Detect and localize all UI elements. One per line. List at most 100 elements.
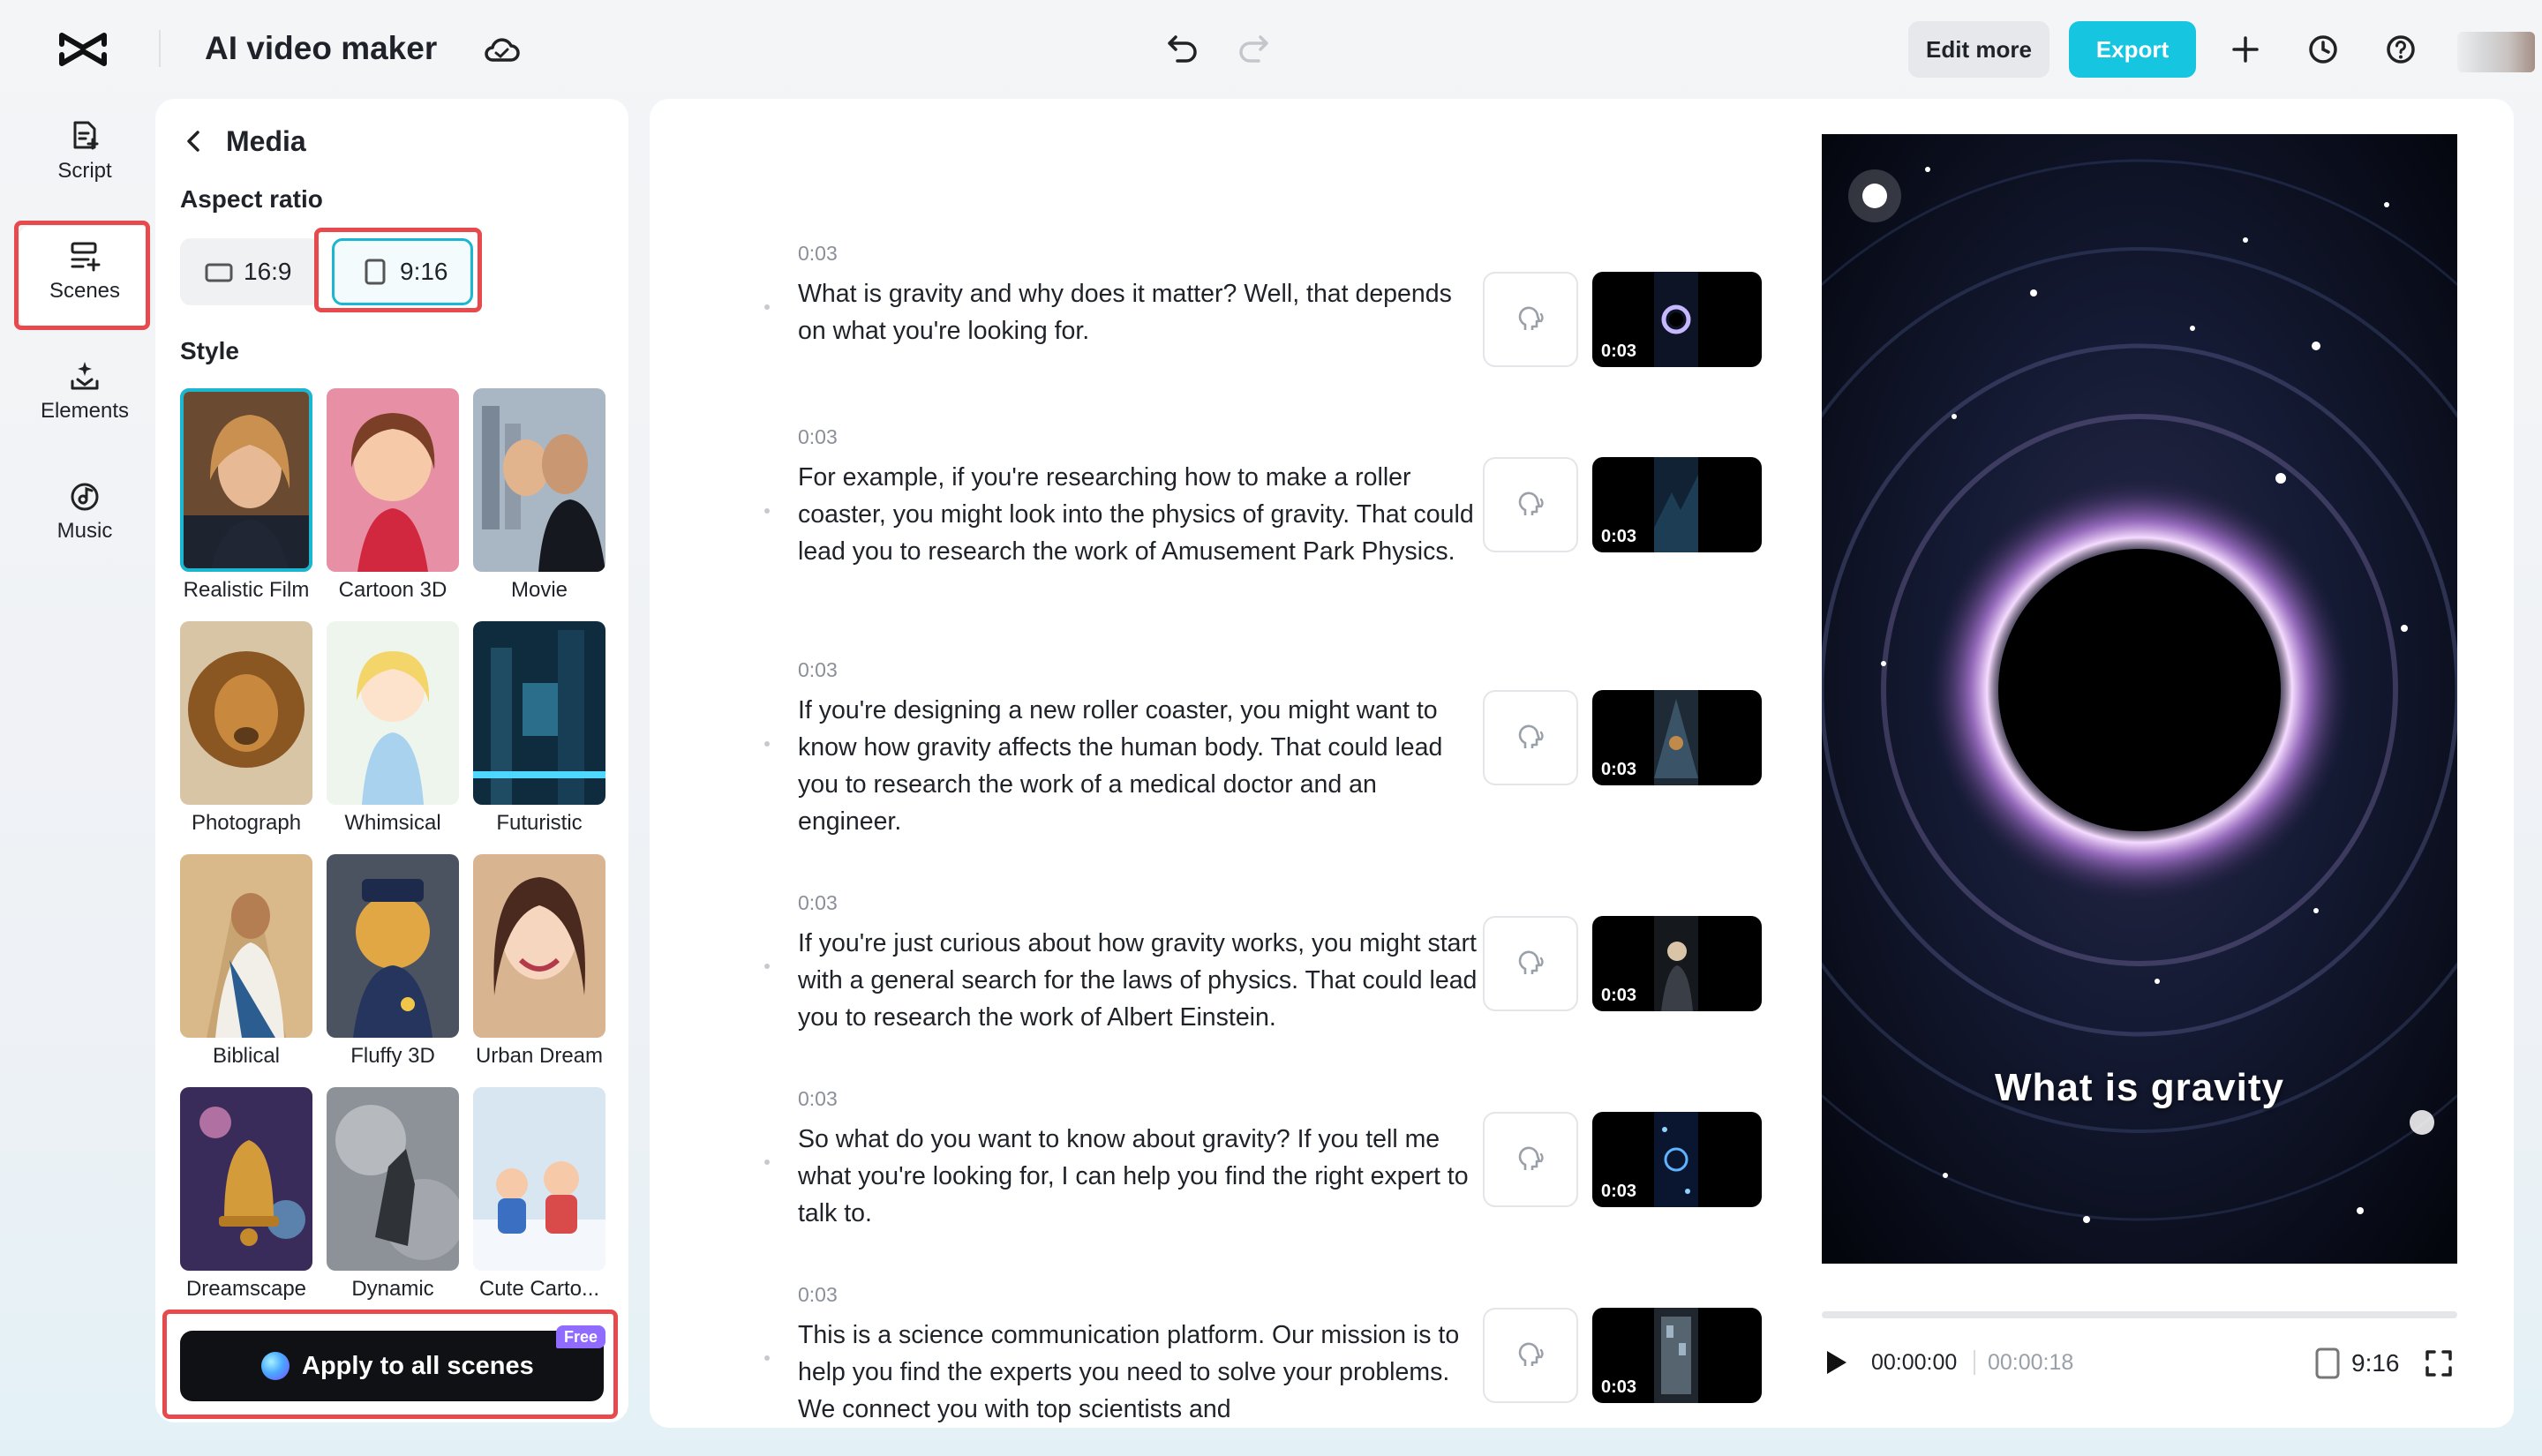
style-label-photograph: Photograph — [180, 808, 312, 838]
app-title: AI video maker — [205, 26, 437, 71]
style-label-cute-cartoon: Cute Carto... — [473, 1274, 605, 1304]
style-futuristic[interactable]: Futuristic — [473, 621, 605, 838]
ratio-16-9-button[interactable]: 16:9 — [180, 238, 320, 305]
cloud-sync-icon[interactable] — [482, 32, 521, 67]
style-label-dynamic: Dynamic — [327, 1274, 459, 1304]
scene-drag-handle[interactable] — [764, 1160, 770, 1165]
style-dynamic[interactable]: Dynamic — [327, 1087, 459, 1304]
scenes-highlight-box — [14, 221, 150, 330]
scene-text[interactable]: What is gravity and why does it matter? … — [798, 275, 1478, 349]
clip-duration: 0:03 — [1601, 1377, 1636, 1398]
playback-progress-bar[interactable] — [1822, 1311, 2457, 1318]
whimsical-thumbnail — [327, 621, 459, 805]
play-icon[interactable] — [1822, 1347, 1850, 1378]
style-cute-cartoon[interactable]: Cute Carto... — [473, 1087, 605, 1304]
dynamic-thumbnail — [327, 1087, 459, 1271]
scene-drag-handle[interactable] — [764, 964, 770, 969]
scene-clip-thumbnail[interactable]: 0:03 — [1592, 690, 1762, 785]
scene-text[interactable]: If you're designing a new roller coaster… — [798, 692, 1478, 840]
scene-clip-thumbnail[interactable]: 0:03 — [1592, 1112, 1762, 1207]
top-bar: AI video maker Edit more Export — [0, 0, 2542, 99]
scene-time: 0:03 — [798, 240, 838, 266]
portrait-ratio-icon[interactable] — [2314, 1347, 2341, 1380]
nav-music[interactable]: Music — [19, 466, 150, 568]
elements-icon — [67, 358, 102, 394]
style-whimsical[interactable]: Whimsical — [327, 621, 459, 838]
voiceover-button[interactable] — [1483, 1308, 1578, 1403]
scene-clip-thumbnail[interactable]: 0:03 — [1592, 916, 1762, 1011]
aspect-ratio-label: Aspect ratio — [180, 182, 323, 217]
style-label-fluffy-3d: Fluffy 3D — [327, 1041, 459, 1071]
style-movie[interactable]: Movie — [473, 388, 605, 605]
scene-text[interactable]: If you're just curious about how gravity… — [798, 925, 1478, 1036]
voiceover-button[interactable] — [1483, 457, 1578, 552]
scene-text[interactable]: This is a science communication platform… — [798, 1317, 1478, 1428]
style-label-whimsical: Whimsical — [327, 808, 459, 838]
urban-dream-thumbnail — [473, 854, 605, 1038]
scene-drag-handle[interactable] — [764, 304, 770, 310]
futuristic-thumbnail — [473, 621, 605, 805]
style-realistic-film[interactable]: Realistic Film — [180, 388, 312, 605]
style-label-biblical: Biblical — [180, 1041, 312, 1071]
style-label-futuristic: Futuristic — [473, 808, 605, 838]
voiceover-button[interactable] — [1483, 1112, 1578, 1207]
scene-drag-handle[interactable] — [764, 1355, 770, 1361]
voice-head-icon — [1516, 1341, 1548, 1373]
dreamscape-thumbnail — [180, 1087, 312, 1271]
clip-duration: 0:03 — [1601, 341, 1636, 362]
help-icon[interactable] — [2383, 32, 2418, 67]
voiceover-button[interactable] — [1483, 916, 1578, 1011]
scene-time: 0:03 — [798, 657, 838, 683]
nav-elements[interactable]: Elements — [19, 346, 150, 448]
preview-ratio-label[interactable]: 9:16 — [2351, 1347, 2400, 1380]
export-button[interactable]: Export — [2069, 21, 2196, 78]
back-arrow-icon[interactable] — [180, 127, 208, 155]
video-preview[interactable]: What is gravity — [1822, 134, 2457, 1264]
style-photograph[interactable]: Photograph — [180, 621, 312, 838]
scene-drag-handle[interactable] — [764, 741, 770, 747]
scene-clip-thumbnail[interactable]: 0:03 — [1592, 272, 1762, 367]
header-divider — [159, 30, 161, 67]
voice-head-icon — [1516, 491, 1548, 522]
style-fluffy-3d[interactable]: Fluffy 3D — [327, 854, 459, 1071]
scene-time: 0:03 — [798, 424, 838, 450]
apply-highlight-box — [162, 1310, 618, 1419]
style-label-dreamscape: Dreamscape — [180, 1274, 312, 1304]
landscape-ratio-icon — [205, 263, 233, 282]
edit-more-button[interactable]: Edit more — [1908, 21, 2049, 78]
style-urban-dream[interactable]: Urban Dream — [473, 854, 605, 1071]
photograph-thumbnail — [180, 621, 312, 805]
nav-music-label: Music — [57, 519, 113, 543]
script-icon — [67, 118, 102, 154]
style-cartoon-3d[interactable]: Cartoon 3D — [327, 388, 459, 605]
history-icon[interactable] — [2305, 32, 2341, 67]
fluffy-3d-thumbnail — [327, 854, 459, 1038]
ratio-highlight-box — [314, 228, 482, 312]
voiceover-button[interactable] — [1483, 272, 1578, 367]
music-icon — [67, 478, 102, 514]
scene-time: 0:03 — [798, 1085, 838, 1112]
user-avatar[interactable] — [2457, 32, 2535, 72]
style-label-realistic-film: Realistic Film — [180, 575, 312, 605]
voiceover-button[interactable] — [1483, 690, 1578, 785]
clip-frame — [1654, 916, 1698, 1011]
scene-drag-handle[interactable] — [764, 508, 770, 514]
nav-script[interactable]: Script — [19, 106, 150, 208]
plus-icon[interactable] — [2228, 32, 2263, 67]
clip-duration: 0:03 — [1601, 760, 1636, 780]
redo-icon[interactable] — [1236, 30, 1271, 65]
capcut-logo-icon[interactable] — [58, 28, 108, 71]
style-label-cartoon-3d: Cartoon 3D — [327, 575, 459, 605]
scene-text[interactable]: So what do you want to know about gravit… — [798, 1121, 1478, 1232]
scene-clip-thumbnail[interactable]: 0:03 — [1592, 1308, 1762, 1403]
scene-clip-thumbnail[interactable]: 0:03 — [1592, 457, 1762, 552]
voice-head-icon — [1516, 305, 1548, 337]
scene-text[interactable]: For example, if you're researching how t… — [798, 459, 1478, 570]
cute-cartoon-thumbnail — [473, 1087, 605, 1271]
style-biblical[interactable]: Biblical — [180, 854, 312, 1071]
fullscreen-icon[interactable] — [2424, 1348, 2454, 1378]
undo-icon[interactable] — [1165, 30, 1200, 65]
style-label-urban-dream: Urban Dream — [473, 1041, 605, 1071]
style-dreamscape[interactable]: Dreamscape — [180, 1087, 312, 1304]
realistic-film-thumbnail — [184, 392, 312, 572]
